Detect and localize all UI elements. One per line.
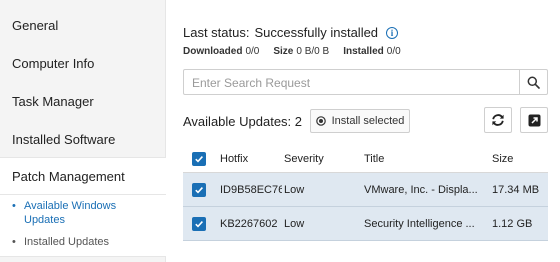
size-label: Size xyxy=(273,46,294,57)
cell-hotfix: KB2267602 xyxy=(220,217,278,230)
table-header: Hotfix Severity Title Size xyxy=(183,145,548,173)
installed-label: Installed xyxy=(343,46,384,57)
sidebar-item-computer-info[interactable]: Computer Info xyxy=(0,44,166,82)
cell-hotfix: ID9B58EC76 xyxy=(220,183,282,196)
submenu-item-label: Available Windows xyxy=(24,200,117,212)
bullet-icon: • xyxy=(12,236,16,248)
last-status-label: Last status: xyxy=(183,25,250,40)
row-checkbox[interactable] xyxy=(192,183,206,197)
info-icon[interactable]: i xyxy=(386,26,399,39)
refresh-icon xyxy=(492,114,504,126)
installed-value: 0/0 xyxy=(386,46,401,57)
sidebar-item-label: Installed Software xyxy=(12,131,116,147)
cell-title: Security Intelligence ... xyxy=(364,217,475,230)
search-icon xyxy=(527,76,540,89)
main-panel: Last status: Successfully installed i Do… xyxy=(166,0,560,262)
patch-management-submenu: • Available Windows Updates • Installed … xyxy=(0,195,166,257)
row-checkbox[interactable] xyxy=(192,217,206,231)
check-icon xyxy=(195,156,203,163)
record-icon xyxy=(315,116,326,126)
refresh-button[interactable] xyxy=(484,107,512,133)
column-header-title[interactable]: Title xyxy=(364,145,479,172)
submenu-item-available-windows-updates[interactable]: • Available Windows Updates xyxy=(12,199,116,227)
search-input[interactable] xyxy=(192,75,512,91)
size-value: 0 B/0 B xyxy=(296,46,330,57)
check-icon xyxy=(195,221,203,228)
search-button[interactable] xyxy=(519,70,547,94)
sidebar-item-task-manager[interactable]: Task Manager xyxy=(0,82,166,120)
downloaded-value: 0/0 xyxy=(245,46,260,57)
column-header-size[interactable]: Size xyxy=(492,145,548,172)
select-all-checkbox[interactable] xyxy=(192,152,206,166)
sidebar-item-patch-management[interactable]: Patch Management xyxy=(0,157,166,195)
cell-severity: Low xyxy=(284,183,305,196)
install-selected-button[interactable]: Install selected xyxy=(310,109,410,133)
search-box xyxy=(183,69,548,95)
sidebar-item-label: Computer Info xyxy=(12,55,95,71)
column-header-hotfix[interactable]: Hotfix xyxy=(220,145,282,172)
column-header-severity[interactable]: Severity xyxy=(284,145,354,172)
last-status: Last status: Successfully installed i xyxy=(183,25,399,40)
sidebar-item-label: Patch Management xyxy=(12,168,125,184)
check-icon xyxy=(195,187,203,194)
export-icon xyxy=(528,114,540,126)
submenu-item-label: Updates xyxy=(24,214,65,226)
table-row[interactable]: ID9B58EC76 Low VMware, Inc. - Displa... … xyxy=(183,173,548,207)
bullet-icon: • xyxy=(12,200,16,212)
last-status-value: Successfully installed xyxy=(254,25,379,40)
cell-title: VMware, Inc. - Displa... xyxy=(364,183,478,196)
downloaded-label: Downloaded xyxy=(183,46,243,57)
cell-size: 1.12 GB xyxy=(492,217,533,230)
updates-table: Hotfix Severity Title Size ID9B58EC76 Lo… xyxy=(183,145,548,241)
install-selected-label: Install selected xyxy=(331,115,405,127)
submenu-item-installed-updates[interactable]: • Installed Updates xyxy=(12,235,109,249)
sidebar-item-label: General xyxy=(12,17,59,33)
cell-size: 17.34 MB xyxy=(492,183,540,196)
submenu-item-label: Installed Updates xyxy=(24,236,109,248)
sidebar: General Computer Info Task Manager Insta… xyxy=(0,0,166,262)
table-row[interactable]: KB2267602 Low Security Intelligence ... … xyxy=(183,207,548,241)
sidebar-item-general[interactable]: General xyxy=(0,6,166,44)
sidebar-item-installed-software[interactable]: Installed Software xyxy=(0,120,166,158)
status-stats: Downloaded 0/0 Size 0 B/0 B Installed 0/0 xyxy=(183,46,401,57)
available-updates-count: Available Updates: 2 xyxy=(183,114,303,129)
cell-severity: Low xyxy=(284,217,305,230)
sidebar-item-label: Task Manager xyxy=(12,93,94,109)
export-button[interactable] xyxy=(520,107,548,133)
